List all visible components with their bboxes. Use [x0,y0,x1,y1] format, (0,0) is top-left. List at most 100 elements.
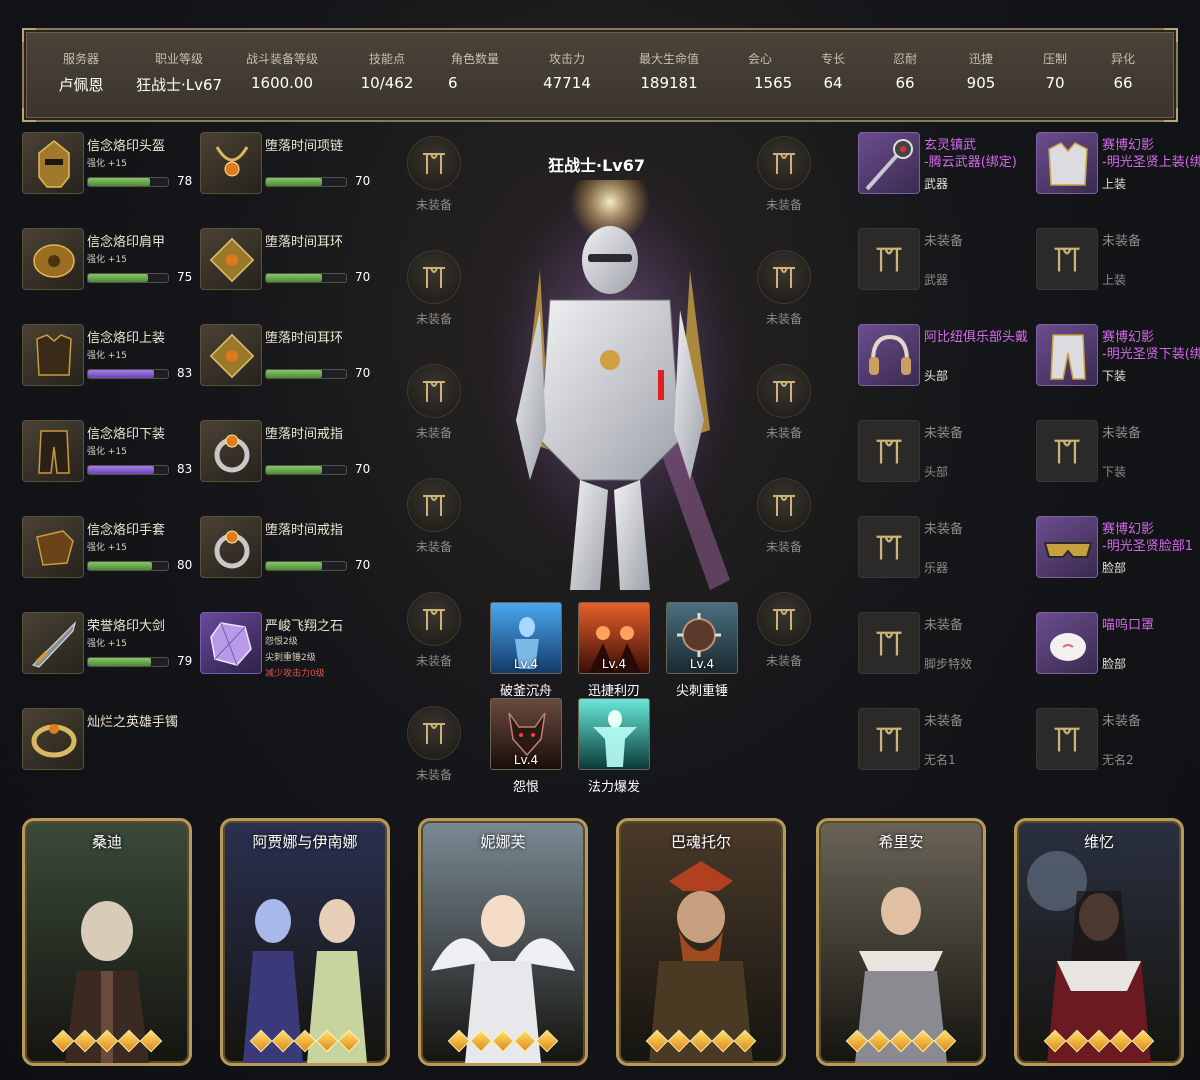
avatar-face-2[interactable]: 喵呜口罩 脸部 [1036,612,1200,676]
enhance-level: 强化 +15 [87,639,127,649]
gear-name: 堕落时间耳环 [265,331,344,346]
avatar-unnamed1-empty[interactable]: 未装备 无名1 [858,708,1028,772]
gear-weapon[interactable]: 荣誉烙印大剑 强化 +15 79 [22,612,192,676]
avatar-category: 无名1 [924,753,956,767]
card-portrait-icon [65,901,149,1063]
stat-value: 66 [895,74,915,92]
star-icon [469,1029,493,1053]
gear-shoulder[interactable]: 信念烙印肩甲 强化 +15 75 [22,228,192,292]
skill-icon-3[interactable]: Lv.4 尖刺重锤 [664,602,740,702]
card-5[interactable]: 希里安 [816,818,986,1066]
empty-label: 未装备 [924,618,964,633]
stat-header: 异化 [1110,52,1135,66]
slot-emblem-icon [1036,228,1098,290]
star-icon [513,1029,537,1053]
card-stars [421,1029,585,1053]
character-model[interactable] [475,162,755,600]
accessory-earring-1[interactable]: 堕落时间耳环 70 [200,228,370,292]
stat-header: 最大生命值 [638,52,699,66]
empty-slot[interactable]: 未装备 [754,250,814,330]
avatar-head-empty[interactable]: 未装备 头部 [858,420,1028,484]
stat-header: 角色数量 [450,52,499,66]
avatar-top[interactable]: 赛博幻影 -明光圣贤上装(绑 上装 [1036,132,1200,196]
card-2[interactable]: 阿贾娜与伊南娜 [220,818,390,1066]
empty-slot[interactable]: 未装备 [404,250,464,330]
avatar-name-line2: -明光圣贤脸部1 [1102,539,1193,554]
card-6[interactable]: 维忆 [1014,818,1184,1066]
star-icon [293,1029,317,1053]
corner-ornament [22,28,36,42]
skill-icon-2[interactable]: Lv.4 迅捷利刃 [576,602,652,702]
avatar-category: 头部 [924,369,949,383]
accessory-ring-1[interactable]: 堕落时间戒指 70 [200,420,370,484]
slot-emblem-icon [757,592,811,646]
card-portrait-icon [649,861,753,1063]
greatsword-icon [22,612,84,674]
ability-stone[interactable]: 严峻飞翔之石 怨恨2级 尖刺重锤2级 减少攻击力0级 [200,612,370,679]
card-name: 希里安 [878,833,924,851]
quality-bar-fill [88,562,152,570]
quality-value: 70 [355,558,371,572]
star-icon [733,1029,757,1053]
gear-gloves[interactable]: 信念烙印手套 强化 +15 80 [22,516,192,580]
avatar-weapon-empty[interactable]: 未装备 武器 [858,228,1028,292]
card-4[interactable]: 巴魂托尔 [616,818,786,1066]
stat-header: 会心 [747,52,772,66]
empty-label: 未装备 [765,312,802,326]
card-3[interactable]: 妮娜芙 [418,818,588,1066]
quality-bar-fill [266,274,322,282]
gear-pants[interactable]: 信念烙印下装 强化 +15 83 [22,420,192,484]
card-stars [223,1029,387,1053]
accessory-ring-2[interactable]: 堕落时间戒指 70 [200,516,370,580]
card-1[interactable]: 桑迪 [22,818,192,1066]
slot-emblem-icon [407,250,461,304]
avatar-name-line1: 喵呜口罩 [1102,618,1155,633]
skill-icon-4[interactable]: Lv.4 怨恨 [488,698,564,798]
empty-slot[interactable]: 未装备 [754,592,814,672]
star-icon [689,1029,713,1053]
stat-header: 专长 [820,52,845,66]
avatar-footstep-empty[interactable]: 未装备 脚步特效 [858,612,1028,676]
avatar-name-line1: 阿比纽俱乐部头戴 [924,330,1029,345]
card-portrait-icon [243,899,367,1063]
skill-portrait-icon: Lv.4 [490,602,562,674]
empty-slot[interactable]: 未装备 [404,364,464,444]
gear-chest[interactable]: 信念烙印上装 强化 +15 83 [22,324,192,388]
empty-slot[interactable]: 未装备 [404,706,464,786]
stat-value: 905 [966,74,996,92]
avatar-category: 脸部 [1102,657,1127,671]
avatar-category: 无名2 [1102,753,1134,767]
gear-helmet[interactable]: 信念烙印头盔 强化 +15 78 [22,132,192,196]
skill-icon-5[interactable]: 法力爆发 [576,698,652,798]
avatar-head[interactable]: 阿比纽俱乐部头戴 头部 [858,324,1028,388]
empty-label: 未装备 [415,768,452,782]
empty-slot[interactable]: 未装备 [404,478,464,558]
stat-header: 压制 [1042,52,1067,66]
star-icon [447,1029,471,1053]
empty-label: 未装备 [1102,234,1142,249]
gear-name: 堕落时间戒指 [265,427,344,442]
avatar-bottom-empty[interactable]: 未装备 下装 [1036,420,1200,484]
gear-bracelet[interactable]: 灿烂之英雄手镯 [22,708,192,772]
skill-icon-1[interactable]: Lv.4 破釜沉舟 [488,602,564,702]
empty-slot[interactable]: 未装备 [754,364,814,444]
avatar-top-empty[interactable]: 未装备 上装 [1036,228,1200,292]
accessory-earring-2[interactable]: 堕落时间耳环 70 [200,324,370,388]
empty-slot[interactable]: 未装备 [404,136,464,216]
avatar-bottom[interactable]: 赛博幻影 -明光圣贤下装(绑 下装 [1036,324,1200,388]
star-icon [1065,1029,1089,1053]
empty-slot[interactable]: 未装备 [754,136,814,216]
slot-emblem-icon [407,706,461,760]
empty-slot[interactable]: 未装备 [404,592,464,672]
avatar-weapon[interactable]: 玄灵镇武 -腾云武器(绑定) 武器 [858,132,1028,196]
avatar-unnamed2-empty[interactable]: 未装备 无名2 [1036,708,1200,772]
avatar-instrument-empty[interactable]: 未装备 乐器 [858,516,1028,580]
empty-slot[interactable]: 未装备 [754,478,814,558]
slot-emblem-icon [858,516,920,578]
avatar-face-1[interactable]: 赛博幻影 -明光圣贤脸部1 脸部 [1036,516,1200,580]
accessory-necklace[interactable]: 堕落时间项链 70 [200,132,370,196]
empty-label: 未装备 [924,714,964,729]
skill-name: 破釜沉舟 [499,684,552,699]
slot-emblem-icon [407,592,461,646]
stat-max-hp: 最大生命值 189181 [624,30,714,124]
